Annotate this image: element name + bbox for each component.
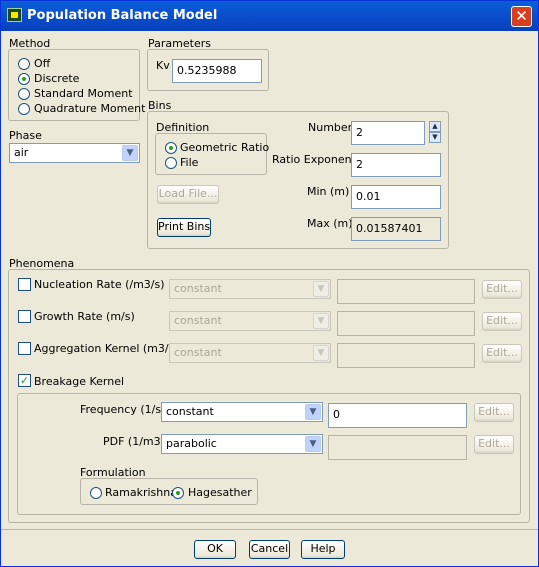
kv-label: Kv <box>156 59 170 72</box>
phase-heading: Phase <box>9 129 42 142</box>
print-bins-button[interactable]: Print Bins <box>157 218 211 237</box>
chevron-down-icon: ▼ <box>305 404 321 420</box>
definition-label-geometric-ratio: Geometric Ratio <box>180 141 270 154</box>
max-label: Max (m) <box>307 217 353 230</box>
growth-edit-button[interactable]: Edit... <box>482 312 522 331</box>
growth-rate-checkbox[interactable] <box>18 310 31 323</box>
method-radio-standard-moment[interactable] <box>18 88 30 100</box>
aggregation-kernel-checkbox[interactable] <box>18 342 31 355</box>
growth-rate-label: Growth Rate (m/s) <box>34 310 135 323</box>
nucleation-rate-checkbox[interactable] <box>18 278 31 291</box>
number-input[interactable]: 2 <box>351 121 425 145</box>
method-label-off: Off <box>34 57 51 70</box>
pdf-method-value: parabolic <box>166 437 217 450</box>
breakage-kernel-checkbox[interactable]: ✓ <box>18 374 31 387</box>
spin-up-button[interactable]: ▲ <box>429 121 441 132</box>
load-file-button[interactable]: Load File... <box>157 185 219 204</box>
definition-radio-geometric-ratio[interactable] <box>165 142 177 154</box>
method-label-discrete: Discrete <box>34 72 80 85</box>
aggregation-method-select[interactable]: constant ▼ <box>169 343 331 363</box>
formulation-radio-hagesather[interactable] <box>172 487 184 499</box>
nucleation-method-select[interactable]: constant ▼ <box>169 279 331 299</box>
frequency-method-value: constant <box>166 405 214 418</box>
arrow-down-icon: ▼ <box>432 133 438 141</box>
ratio-exponent-input[interactable]: 2 <box>351 153 441 177</box>
kv-input[interactable]: 0.5235988 <box>172 59 262 83</box>
aggregation-kernel-label: Aggregation Kernel (m3/s) <box>34 342 179 355</box>
breakage-kernel-label: Breakage Kernel <box>34 375 125 388</box>
ratio-exponent-label: Ratio Exponent <box>272 153 356 166</box>
close-icon: ✕ <box>515 7 528 25</box>
close-button[interactable]: ✕ <box>511 6 532 27</box>
pdf-label: PDF (1/m3) <box>103 435 165 448</box>
arrow-up-icon: ▲ <box>432 122 438 130</box>
aggregation-edit-button[interactable]: Edit... <box>482 344 522 363</box>
number-label: Number <box>308 121 353 134</box>
spin-down-button[interactable]: ▼ <box>429 132 441 143</box>
formulation-label-hagesather: Hagesather <box>188 486 252 499</box>
chevron-down-icon: ▼ <box>305 436 321 452</box>
method-radio-quadrature-moment[interactable] <box>18 103 30 115</box>
growth-value-input[interactable] <box>337 311 475 336</box>
method-radio-discrete[interactable] <box>18 73 30 85</box>
definition-label-file: File <box>180 156 199 169</box>
checkmark-icon: ✓ <box>19 374 30 387</box>
footer-divider <box>1 529 538 530</box>
frequency-edit-button[interactable]: Edit... <box>474 403 514 422</box>
nucleation-method-value: constant <box>174 282 222 295</box>
nucleation-value-input[interactable] <box>337 279 475 304</box>
phase-select[interactable]: air ▼ <box>9 143 140 163</box>
nucleation-edit-button[interactable]: Edit... <box>482 280 522 299</box>
pdf-method-select[interactable]: parabolic ▼ <box>161 434 323 454</box>
pdf-edit-button[interactable]: Edit... <box>474 435 514 454</box>
help-button[interactable]: Help <box>301 540 345 559</box>
chevron-down-icon: ▼ <box>313 313 329 329</box>
chevron-down-icon: ▼ <box>313 281 329 297</box>
frequency-value-input[interactable]: 0 <box>328 403 467 428</box>
method-label-quadrature-moment: Quadrature Moment <box>34 102 146 115</box>
title-bar[interactable]: Population Balance Model ✕ <box>1 1 538 31</box>
min-input[interactable]: 0.01 <box>351 185 441 209</box>
growth-method-value: constant <box>174 314 222 327</box>
cancel-button[interactable]: Cancel <box>249 540 290 559</box>
chevron-down-icon: ▼ <box>313 345 329 361</box>
window-title: Population Balance Model <box>27 8 218 23</box>
definition-radio-file[interactable] <box>165 157 177 169</box>
pdf-value-input[interactable] <box>328 435 467 460</box>
formulation-label-ramakrishna: Ramakrishna <box>105 486 177 499</box>
aggregation-value-input[interactable] <box>337 343 475 368</box>
growth-method-select[interactable]: constant ▼ <box>169 311 331 331</box>
ok-button[interactable]: OK <box>194 540 236 559</box>
aggregation-method-value: constant <box>174 346 222 359</box>
frequency-label: Frequency (1/s) <box>80 403 166 416</box>
formulation-radio-ramakrishna[interactable] <box>90 487 102 499</box>
population-balance-dialog: Population Balance Model ✕ Method Off Di… <box>0 0 539 567</box>
max-value: 0.01587401 <box>351 217 441 241</box>
method-label-standard-moment: Standard Moment <box>34 87 133 100</box>
phase-value: air <box>14 146 29 159</box>
frequency-method-select[interactable]: constant ▼ <box>161 402 323 422</box>
chevron-down-icon: ▼ <box>122 145 138 161</box>
app-icon <box>7 8 22 22</box>
min-label: Min (m) <box>307 185 350 198</box>
method-radio-off[interactable] <box>18 58 30 70</box>
nucleation-rate-label: Nucleation Rate (/m3/s) <box>34 278 165 291</box>
